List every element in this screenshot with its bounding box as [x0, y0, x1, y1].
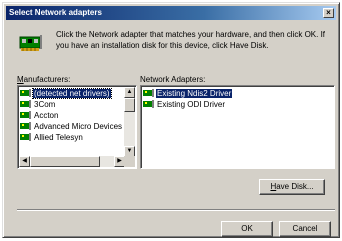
- list-item[interactable]: Existing ODI Driver: [143, 99, 226, 110]
- arrow-up-icon: ▲: [126, 89, 133, 95]
- adapter-icon: [20, 100, 31, 108]
- arrow-left-icon: ◀: [22, 158, 27, 164]
- adapter-icon: [20, 111, 31, 119]
- scroll-left-button[interactable]: ◀: [19, 156, 30, 167]
- list-item[interactable]: (detected net drivers): [20, 88, 112, 99]
- list-item[interactable]: Advanced Micro Devices: [20, 121, 123, 132]
- manufacturers-vertical-scrollbar[interactable]: ▲ ▼: [124, 87, 135, 157]
- list-item[interactable]: 3Com: [20, 99, 56, 110]
- adapter-icon: [20, 133, 31, 141]
- adapter-icon: [20, 89, 31, 97]
- ok-button[interactable]: OK: [221, 221, 273, 237]
- divider: [17, 209, 335, 211]
- arrow-down-icon: ▼: [126, 148, 133, 154]
- manufacturers-list[interactable]: (detected net drivers) 3Com Accton Advan…: [17, 85, 137, 169]
- close-button[interactable]: ×: [323, 8, 334, 18]
- arrow-right-icon: ▶: [117, 158, 122, 164]
- have-disk-button[interactable]: Have Disk...: [259, 179, 325, 195]
- adapter-icon: [143, 100, 154, 108]
- adapter-icon: [20, 122, 31, 130]
- title-bar[interactable]: Select Network adapters ×: [6, 6, 336, 20]
- list-item[interactable]: Existing Ndis2 Driver: [143, 88, 332, 99]
- list-item[interactable]: Allied Telesyn: [20, 132, 84, 143]
- network-adapters-label: Network Adapters:: [140, 75, 206, 84]
- adapter-icon: [143, 89, 154, 97]
- network-adapters-list[interactable]: Existing Ndis2 Driver Existing ODI Drive…: [140, 85, 335, 169]
- list-item[interactable]: Accton: [20, 110, 59, 121]
- select-network-adapters-dialog: Select Network adapters × Click the Netw…: [2, 2, 340, 238]
- horizontal-scroll-thumb[interactable]: [30, 156, 100, 167]
- window-title: Select Network adapters: [9, 8, 102, 17]
- network-card-icon: [19, 35, 42, 51]
- close-icon: ×: [326, 8, 331, 17]
- manufacturers-horizontal-scrollbar[interactable]: ◀ ▶: [19, 156, 125, 167]
- instructions-text: Click the Network adapter that matches y…: [56, 30, 326, 50]
- scroll-up-button[interactable]: ▲: [124, 87, 135, 98]
- vertical-scroll-thumb[interactable]: [124, 98, 135, 112]
- scrollbar-corner: [124, 156, 135, 167]
- cancel-button[interactable]: Cancel: [279, 221, 331, 237]
- manufacturers-label: Manufacturers:: [17, 75, 71, 84]
